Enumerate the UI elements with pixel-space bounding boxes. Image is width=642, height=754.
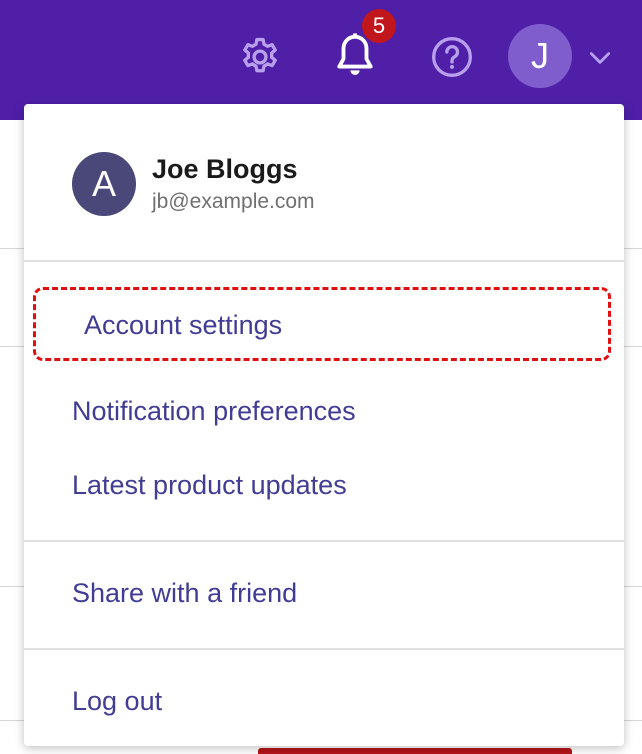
profile-email: jb@example.com <box>152 190 315 213</box>
profile-name: Joe Bloggs <box>152 154 298 184</box>
account-dropdown-menu: A Joe Bloggs jb@example.com Account sett… <box>24 104 624 746</box>
menu-item-notification-preferences[interactable]: Notification preferences <box>72 396 356 427</box>
user-avatar-button[interactable]: J <box>508 24 572 88</box>
top-navigation-bar: 5 J <box>0 0 642 120</box>
background-button-edge <box>258 748 572 754</box>
account-menu-toggle[interactable] <box>586 44 614 72</box>
settings-button[interactable] <box>236 33 284 81</box>
background-divider <box>0 720 24 721</box>
menu-divider <box>24 260 624 262</box>
menu-item-latest-product-updates[interactable]: Latest product updates <box>72 470 347 501</box>
gear-icon <box>243 37 277 73</box>
menu-item-log-out[interactable]: Log out <box>72 686 162 717</box>
background-divider <box>0 586 24 587</box>
help-button[interactable] <box>428 33 476 81</box>
question-circle-icon <box>432 37 472 77</box>
background-divider <box>0 248 24 249</box>
profile-summary: A Joe Bloggs jb@example.com <box>24 104 624 260</box>
profile-avatar: A <box>72 152 136 216</box>
background-divider <box>624 720 642 721</box>
background-divider <box>624 586 642 587</box>
menu-item-share-with-friend[interactable]: Share with a friend <box>72 578 297 609</box>
chevron-down-icon <box>589 52 611 64</box>
menu-item-account-settings[interactable]: Account settings <box>84 310 282 341</box>
background-divider <box>624 346 642 347</box>
background-divider <box>624 248 642 249</box>
notification-count-badge: 5 <box>362 9 396 43</box>
menu-divider <box>24 540 624 542</box>
menu-divider <box>24 648 624 650</box>
background-divider <box>0 346 24 347</box>
